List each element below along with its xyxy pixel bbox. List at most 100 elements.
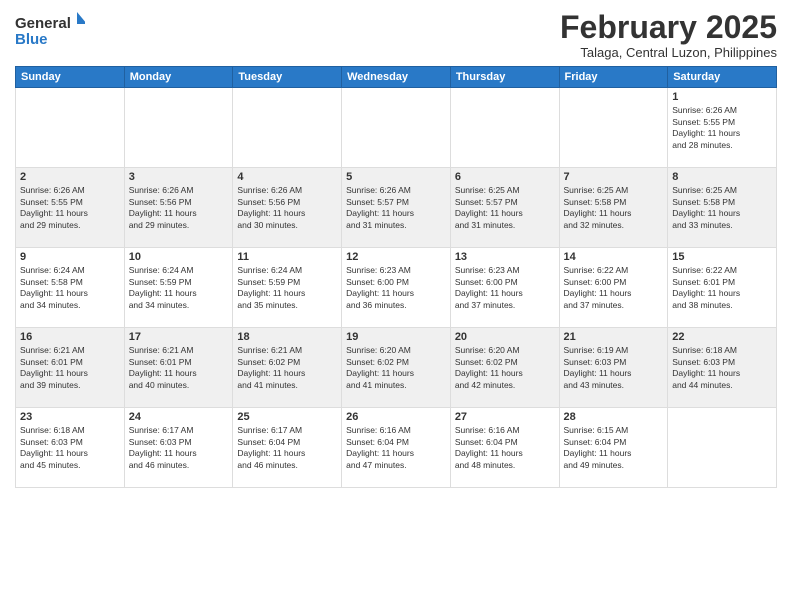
day-cell: 28 Sunrise: 6:15 AMSunset: 6:04 PMDayligh… (559, 408, 668, 488)
day-cell: 12Sunrise: 6:23 AMSunset: 6:00 PMDayligh… (342, 248, 451, 328)
day-info: Sunrise: 6:26 AMSunset: 5:56 PMDaylight:… (129, 185, 229, 231)
day-info: Sunrise: 6:26 AMSunset: 5:56 PMDaylight:… (237, 185, 337, 231)
col-header-thursday: Thursday (450, 67, 559, 88)
logo: General Blue (15, 10, 85, 50)
week-row-5: 23Sunrise: 6:18 AMSunset: 6:03 PMDayligh… (16, 408, 777, 488)
day-info: Sunrise: 6:15 AMSunset: 6:04 PMDaylight:… (564, 425, 664, 471)
day-cell: 5 Sunrise: 6:26 AMSunset: 5:57 PMDaylight… (342, 168, 451, 248)
day-info: Sunrise: 6:25 AMSunset: 5:58 PMDaylight:… (672, 185, 772, 231)
logo-svg: General Blue (15, 10, 85, 50)
day-cell: 26 Sunrise: 6:16 AMSunset: 6:04 PMDayligh… (342, 408, 451, 488)
day-number: 13 (455, 251, 555, 263)
day-cell: 6 Sunrise: 6:25 AMSunset: 5:57 PMDaylight… (450, 168, 559, 248)
day-cell: 11 Sunrise: 6:24 AMSunset: 5:59 PMDayligh… (233, 248, 342, 328)
day-number: 2 (20, 171, 120, 183)
day-info: Sunrise: 6:20 AMSunset: 6:02 PMDaylight:… (455, 345, 555, 391)
day-cell: 18Sunrise: 6:21 AMSunset: 6:02 PMDayligh… (233, 328, 342, 408)
week-row-3: 9 Sunrise: 6:24 AMSunset: 5:58 PMDaylight… (16, 248, 777, 328)
day-info: Sunrise: 6:26 AMSunset: 5:55 PMDaylight:… (20, 185, 120, 231)
day-info: Sunrise: 6:24 AMSunset: 5:58 PMDaylight:… (20, 265, 120, 311)
col-header-saturday: Saturday (668, 67, 777, 88)
day-number: 19 (346, 331, 446, 343)
day-info: Sunrise: 6:20 AMSunset: 6:02 PMDaylight:… (346, 345, 446, 391)
day-cell: 21 Sunrise: 6:19 AMSunset: 6:03 PMDayligh… (559, 328, 668, 408)
day-info: Sunrise: 6:23 AMSunset: 6:00 PMDaylight:… (346, 265, 446, 311)
day-cell: 16 Sunrise: 6:21 AMSunset: 6:01 PMDayligh… (16, 328, 125, 408)
col-header-tuesday: Tuesday (233, 67, 342, 88)
day-info: Sunrise: 6:21 AMSunset: 6:01 PMDaylight:… (129, 345, 229, 391)
day-cell: 4 Sunrise: 6:26 AMSunset: 5:56 PMDaylight… (233, 168, 342, 248)
day-cell: 3 Sunrise: 6:26 AMSunset: 5:56 PMDaylight… (124, 168, 233, 248)
day-cell: 23Sunrise: 6:18 AMSunset: 6:03 PMDayligh… (16, 408, 125, 488)
day-number: 8 (672, 171, 772, 183)
day-cell: 25 Sunrise: 6:17 AMSunset: 6:04 PMDayligh… (233, 408, 342, 488)
day-cell: 13 Sunrise: 6:23 AMSunset: 6:00 PMDayligh… (450, 248, 559, 328)
week-row-2: 2 Sunrise: 6:26 AMSunset: 5:55 PMDaylight… (16, 168, 777, 248)
day-info: Sunrise: 6:24 AMSunset: 5:59 PMDaylight:… (129, 265, 229, 311)
day-info: Sunrise: 6:24 AMSunset: 5:59 PMDaylight:… (237, 265, 337, 311)
day-cell: 22 Sunrise: 6:18 AMSunset: 6:03 PMDayligh… (668, 328, 777, 408)
day-number: 25 (237, 411, 337, 423)
day-info: Sunrise: 6:23 AMSunset: 6:00 PMDaylight:… (455, 265, 555, 311)
day-info: Sunrise: 6:17 AMSunset: 6:03 PMDaylight:… (129, 425, 229, 471)
day-number: 10 (129, 251, 229, 263)
day-number: 6 (455, 171, 555, 183)
day-number: 22 (672, 331, 772, 343)
day-info: Sunrise: 6:22 AMSunset: 6:00 PMDaylight:… (564, 265, 664, 311)
calendar: SundayMondayTuesdayWednesdayThursdayFrid… (15, 66, 777, 488)
day-cell: 24 Sunrise: 6:17 AMSunset: 6:03 PMDayligh… (124, 408, 233, 488)
day-cell: 7Sunrise: 6:25 AMSunset: 5:58 PMDaylight… (559, 168, 668, 248)
day-number: 28 (564, 411, 664, 423)
day-info: Sunrise: 6:18 AMSunset: 6:03 PMDaylight:… (672, 345, 772, 391)
day-cell (450, 88, 559, 168)
day-cell: 17 Sunrise: 6:21 AMSunset: 6:01 PMDayligh… (124, 328, 233, 408)
col-header-monday: Monday (124, 67, 233, 88)
day-number: 21 (564, 331, 664, 343)
week-row-1: 1 Sunrise: 6:26 AMSunset: 5:55 PMDaylight… (16, 88, 777, 168)
day-cell: 19 Sunrise: 6:20 AMSunset: 6:02 PMDayligh… (342, 328, 451, 408)
day-cell: 8 Sunrise: 6:25 AMSunset: 5:58 PMDaylight… (668, 168, 777, 248)
col-header-wednesday: Wednesday (342, 67, 451, 88)
col-header-friday: Friday (559, 67, 668, 88)
day-info: Sunrise: 6:16 AMSunset: 6:04 PMDaylight:… (455, 425, 555, 471)
day-info: Sunrise: 6:19 AMSunset: 6:03 PMDaylight:… (564, 345, 664, 391)
day-info: Sunrise: 6:26 AMSunset: 5:55 PMDaylight:… (672, 105, 772, 151)
day-cell (16, 88, 125, 168)
day-info: Sunrise: 6:18 AMSunset: 6:03 PMDaylight:… (20, 425, 120, 471)
day-number: 18 (237, 331, 337, 343)
day-cell (124, 88, 233, 168)
day-info: Sunrise: 6:22 AMSunset: 6:01 PMDaylight:… (672, 265, 772, 311)
day-number: 9 (20, 251, 120, 263)
day-info: Sunrise: 6:25 AMSunset: 5:58 PMDaylight:… (564, 185, 664, 231)
day-info: Sunrise: 6:25 AMSunset: 5:57 PMDaylight:… (455, 185, 555, 231)
day-number: 14 (564, 251, 664, 263)
day-number: 27 (455, 411, 555, 423)
day-number: 5 (346, 171, 446, 183)
day-cell (559, 88, 668, 168)
day-info: Sunrise: 6:16 AMSunset: 6:04 PMDaylight:… (346, 425, 446, 471)
day-info: Sunrise: 6:26 AMSunset: 5:57 PMDaylight:… (346, 185, 446, 231)
header: General Blue February 2025 Talaga, Centr… (15, 10, 777, 60)
col-header-sunday: Sunday (16, 67, 125, 88)
day-info: Sunrise: 6:17 AMSunset: 6:04 PMDaylight:… (237, 425, 337, 471)
day-cell: 20Sunrise: 6:20 AMSunset: 6:02 PMDayligh… (450, 328, 559, 408)
day-cell: 15Sunrise: 6:22 AMSunset: 6:01 PMDayligh… (668, 248, 777, 328)
day-cell: 9 Sunrise: 6:24 AMSunset: 5:58 PMDaylight… (16, 248, 125, 328)
day-number: 16 (20, 331, 120, 343)
day-cell (668, 408, 777, 488)
day-cell (233, 88, 342, 168)
day-cell: 2 Sunrise: 6:26 AMSunset: 5:55 PMDaylight… (16, 168, 125, 248)
day-number: 24 (129, 411, 229, 423)
day-number: 3 (129, 171, 229, 183)
day-number: 4 (237, 171, 337, 183)
day-number: 17 (129, 331, 229, 343)
day-number: 1 (672, 91, 772, 103)
day-number: 11 (237, 251, 337, 263)
header-row: SundayMondayTuesdayWednesdayThursdayFrid… (16, 67, 777, 88)
svg-text:General: General (15, 15, 71, 32)
week-row-4: 16 Sunrise: 6:21 AMSunset: 6:01 PMDayligh… (16, 328, 777, 408)
location: Talaga, Central Luzon, Philippines (560, 45, 777, 60)
day-info: Sunrise: 6:21 AMSunset: 6:01 PMDaylight:… (20, 345, 120, 391)
day-number: 26 (346, 411, 446, 423)
day-cell: 14 Sunrise: 6:22 AMSunset: 6:00 PMDayligh… (559, 248, 668, 328)
